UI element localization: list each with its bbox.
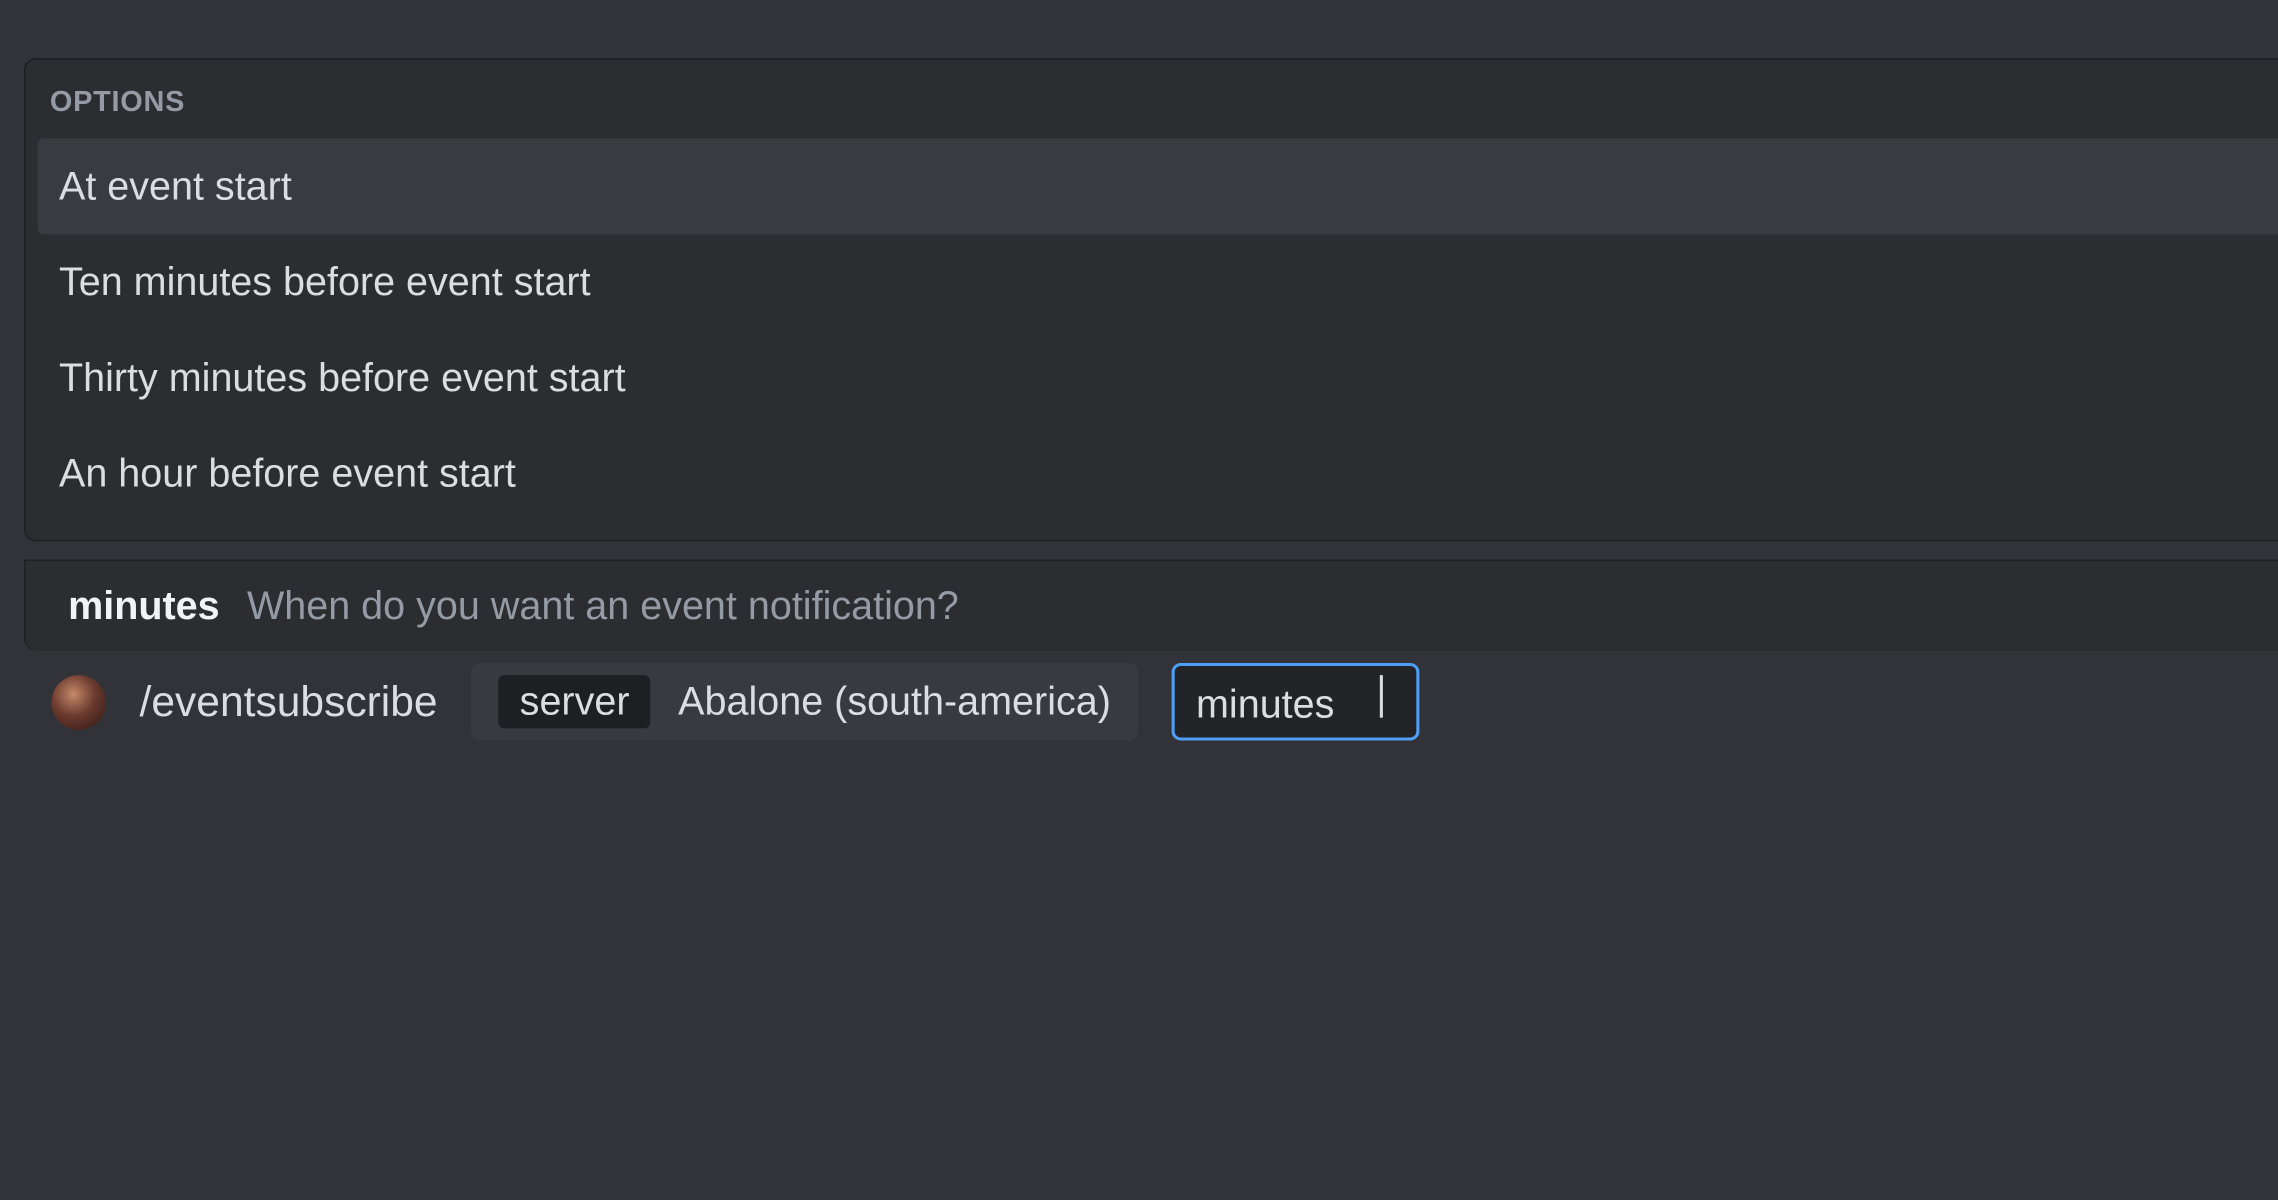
option-thirty-minutes[interactable]: Thirty minutes before event start bbox=[38, 330, 2278, 426]
message-input-row[interactable]: /eventsubscribe server Abalone (south-am… bbox=[24, 651, 2278, 741]
hint-param-description: When do you want an event notification? bbox=[247, 582, 959, 629]
param-pill-minutes[interactable]: minutes bbox=[1172, 663, 1420, 741]
popup-header: OPTIONS bbox=[26, 87, 2278, 139]
option-one-hour[interactable]: An hour before event start bbox=[38, 426, 2278, 522]
option-ten-minutes[interactable]: Ten minutes before event start bbox=[38, 234, 2278, 330]
param-value-server: Abalone (south-america) bbox=[678, 678, 1111, 725]
option-list: At event start Ten minutes before event … bbox=[26, 139, 2278, 522]
text-caret bbox=[1380, 675, 1383, 718]
avatar[interactable] bbox=[51, 674, 106, 729]
slash-command: /eventsubscribe bbox=[140, 677, 438, 726]
param-name-minutes: minutes bbox=[1196, 681, 1334, 728]
param-name-server: server bbox=[498, 675, 650, 728]
option-at-event-start[interactable]: At event start bbox=[38, 139, 2278, 235]
param-pill-server[interactable]: server Abalone (south-america) bbox=[471, 663, 1138, 741]
param-hint-bar: minutes When do you want an event notifi… bbox=[24, 560, 2278, 651]
autocomplete-popup: OPTIONS At event start Ten minutes befor… bbox=[24, 58, 2278, 541]
hint-param-name: minutes bbox=[68, 582, 220, 629]
